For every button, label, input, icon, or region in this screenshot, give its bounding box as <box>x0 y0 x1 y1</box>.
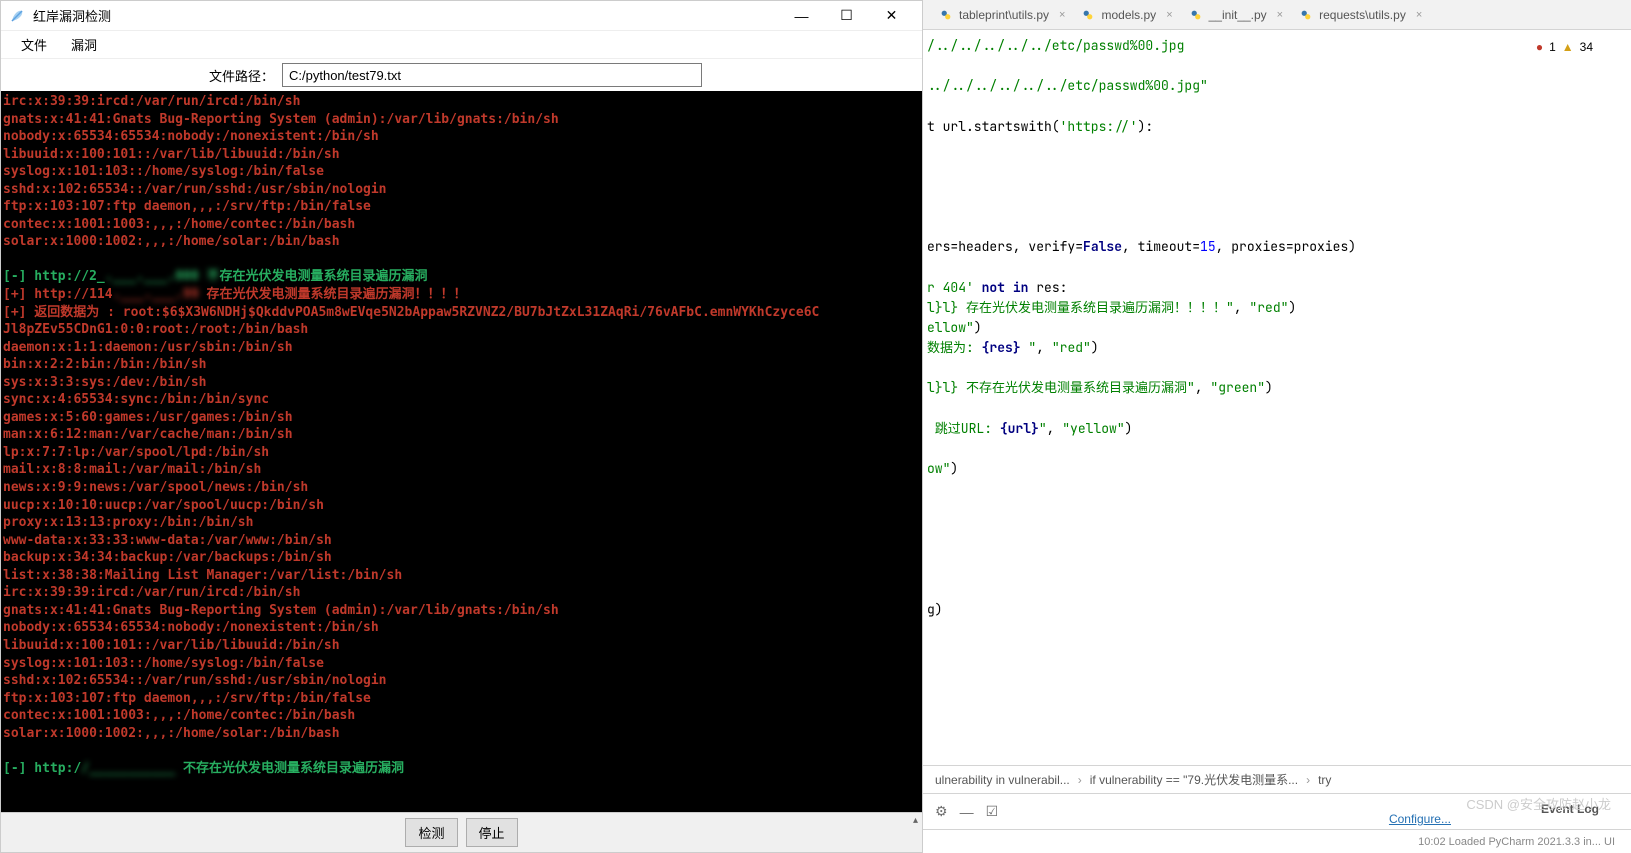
terminal-line: contec:x:1001:1003:,,,:/home/contec:/bin… <box>3 707 920 725</box>
code-editor[interactable]: /../../../../../etc/passwd%00.jpg ../../… <box>923 30 1631 765</box>
breadcrumb-item[interactable]: ulnerability in vulnerabil... <box>935 773 1070 787</box>
tab-label: requests\utils.py <box>1319 8 1406 22</box>
close-icon[interactable]: × <box>1277 9 1283 21</box>
terminal-line: libuuid:x:100:101::/var/lib/libuuid:/bin… <box>3 637 920 655</box>
terminal-line: nobody:x:65534:65534:nobody:/nonexistent… <box>3 128 920 146</box>
bottom-bar: 检测 停止 ▴ <box>1 812 922 852</box>
terminal-line: news:x:9:9:news:/var/spool/news:/bin/sh <box>3 479 920 497</box>
window-title: 红岸漏洞检测 <box>33 6 779 25</box>
close-icon[interactable]: × <box>1166 9 1172 21</box>
warning-icon[interactable]: ▲ <box>1562 40 1574 54</box>
terminal-line: gnats:x:41:41:Gnats Bug-Reporting System… <box>3 111 920 129</box>
python-file-icon <box>939 8 953 22</box>
terminal-line: gnats:x:41:41:Gnats Bug-Reporting System… <box>3 602 920 620</box>
menu-vuln[interactable]: 漏洞 <box>59 31 109 58</box>
tab-tableprint-utils[interactable]: tableprint\utils.py × <box>931 4 1073 26</box>
ide-panel: tableprint\utils.py × models.py × __init… <box>923 0 1631 853</box>
terminal-line: Jl8pZEv55CDnG1:0:0:root:/root:/bin/bash <box>3 321 920 339</box>
terminal-line <box>3 742 920 760</box>
terminal-line: list:x:38:38:Mailing List Manager:/var/l… <box>3 567 920 585</box>
terminal-line: bin:x:2:2:bin:/bin:/bin/sh <box>3 356 920 374</box>
terminal-line: sync:x:4:65534:sync:/bin:/bin/sync <box>3 391 920 409</box>
terminal-line: nobody:x:65534:65534:nobody:/nonexistent… <box>3 619 920 637</box>
terminal-line: www-data:x:33:33:www-data:/var/www:/bin/… <box>3 532 920 550</box>
warning-count: 34 <box>1580 40 1593 54</box>
tab-label: models.py <box>1101 8 1156 22</box>
terminal-line: libuuid:x:100:101::/var/lib/libuuid:/bin… <box>3 146 920 164</box>
breadcrumb-item[interactable]: if vulnerability == "79.光伏发电测量系... <box>1090 771 1298 788</box>
terminal-line: sshd:x:102:65534::/var/run/sshd:/usr/sbi… <box>3 181 920 199</box>
ide-tabs: tableprint\utils.py × models.py × __init… <box>923 0 1631 30</box>
path-input[interactable] <box>282 63 702 87</box>
close-button[interactable]: ✕ <box>869 2 914 30</box>
gear-icon[interactable]: ⚙ <box>935 803 948 820</box>
terminal-line: solar:x:1000:1002:,,,:/home/solar:/bin/b… <box>3 725 920 743</box>
terminal-line: solar:x:1000:1002:,,,:/home/solar:/bin/b… <box>3 233 920 251</box>
terminal-line: ftp:x:103:107:ftp daemon,,,:/srv/ftp:/bi… <box>3 690 920 708</box>
terminal-line: man:x:6:12:man:/var/cache/man:/bin/sh <box>3 426 920 444</box>
status-bar: 10:02 Loaded PyCharm 2021.3.3 in... UI <box>923 829 1631 853</box>
breadcrumb[interactable]: ulnerability in vulnerabil... › if vulne… <box>923 765 1631 793</box>
scroll-up-icon[interactable]: ▴ <box>913 815 918 826</box>
path-row: 文件路径： <box>1 59 922 91</box>
inspection-badges: ● 1 ▲ 34 <box>1536 40 1613 54</box>
menu-file[interactable]: 文件 <box>9 31 59 58</box>
menubar: 文件 漏洞 <box>1 31 922 59</box>
maximize-button[interactable]: ☐ <box>824 2 869 30</box>
terminal-output[interactable]: irc:x:39:39:ircd:/var/run/ircd:/bin/shgn… <box>1 91 922 812</box>
error-icon[interactable]: ● <box>1536 40 1543 54</box>
terminal-line: sys:x:3:3:sys:/dev:/bin/sh <box>3 374 920 392</box>
close-icon[interactable]: × <box>1059 9 1065 21</box>
titlebar: 红岸漏洞检测 — ☐ ✕ <box>1 1 922 31</box>
minimize-button[interactable]: — <box>779 2 824 30</box>
app-feather-icon <box>9 8 25 24</box>
terminal-line: irc:x:39:39:ircd:/var/run/ircd:/bin/sh <box>3 584 920 602</box>
chevron-right-icon: › <box>1306 773 1310 787</box>
terminal-line <box>3 251 920 269</box>
watermark: CSDN @安全攻防赵小龙 <box>1466 794 1611 813</box>
stop-button[interactable]: 停止 <box>466 818 518 847</box>
terminal-line: [+] 返回数据为 : root:$6$X3W6NDHj$QkddvPOA5m8… <box>3 304 920 322</box>
terminal-line: backup:x:34:34:backup:/var/backups:/bin/… <box>3 549 920 567</box>
close-icon[interactable]: × <box>1416 9 1422 21</box>
terminal-line: [-] http://___________ 不存在光伏发电测量系统目录遍历漏洞 <box>3 760 920 778</box>
terminal-line: lp:x:7:7:lp:/var/spool/lpd:/bin/sh <box>3 444 920 462</box>
chevron-right-icon: › <box>1078 773 1082 787</box>
terminal-line: games:x:5:60:games:/usr/games:/bin/sh <box>3 409 920 427</box>
python-file-icon <box>1081 8 1095 22</box>
tab-label: tableprint\utils.py <box>959 8 1049 22</box>
terminal-line: [-] http://2_.___.___.000 不存在光伏发电测量系统目录遍… <box>3 268 920 286</box>
error-count: 1 <box>1549 40 1556 54</box>
tab-label: __init__.py <box>1209 8 1267 22</box>
configure-link[interactable]: Configure... <box>1389 812 1451 826</box>
detect-button[interactable]: 检测 <box>405 818 457 847</box>
terminal-line: [+] http://114.___.___.99 存在光伏发电测量系统目录遍历… <box>3 286 920 304</box>
status-text: 10:02 Loaded PyCharm 2021.3.3 in... UI <box>1418 836 1615 848</box>
terminal-line: proxy:x:13:13:proxy:/bin:/bin/sh <box>3 514 920 532</box>
path-label: 文件路径： <box>9 66 274 85</box>
todo-icon[interactable]: ☑ <box>986 803 999 820</box>
terminal-line: syslog:x:101:103::/home/syslog:/bin/fals… <box>3 163 920 181</box>
terminal-line: ftp:x:103:107:ftp daemon,,,:/srv/ftp:/bi… <box>3 198 920 216</box>
python-file-icon <box>1189 8 1203 22</box>
terminal-line: syslog:x:101:103::/home/syslog:/bin/fals… <box>3 655 920 673</box>
terminal-line: mail:x:8:8:mail:/var/mail:/bin/sh <box>3 461 920 479</box>
python-file-icon <box>1299 8 1313 22</box>
collapse-icon[interactable]: — <box>960 804 974 820</box>
terminal-line: daemon:x:1:1:daemon:/usr/sbin:/bin/sh <box>3 339 920 357</box>
terminal-line: irc:x:39:39:ircd:/var/run/ircd:/bin/sh <box>3 93 920 111</box>
terminal-line: contec:x:1001:1003:,,,:/home/contec:/bin… <box>3 216 920 234</box>
terminal-line: uucp:x:10:10:uucp:/var/spool/uucp:/bin/s… <box>3 497 920 515</box>
tab-models[interactable]: models.py × <box>1073 4 1180 26</box>
breadcrumb-item[interactable]: try <box>1318 773 1331 787</box>
tab-requests-utils[interactable]: requests\utils.py × <box>1291 4 1430 26</box>
tab-init[interactable]: __init__.py × <box>1181 4 1291 26</box>
vuln-scanner-window: 红岸漏洞检测 — ☐ ✕ 文件 漏洞 文件路径： irc:x:39:39:irc… <box>0 0 923 853</box>
terminal-line: sshd:x:102:65534::/var/run/sshd:/usr/sbi… <box>3 672 920 690</box>
